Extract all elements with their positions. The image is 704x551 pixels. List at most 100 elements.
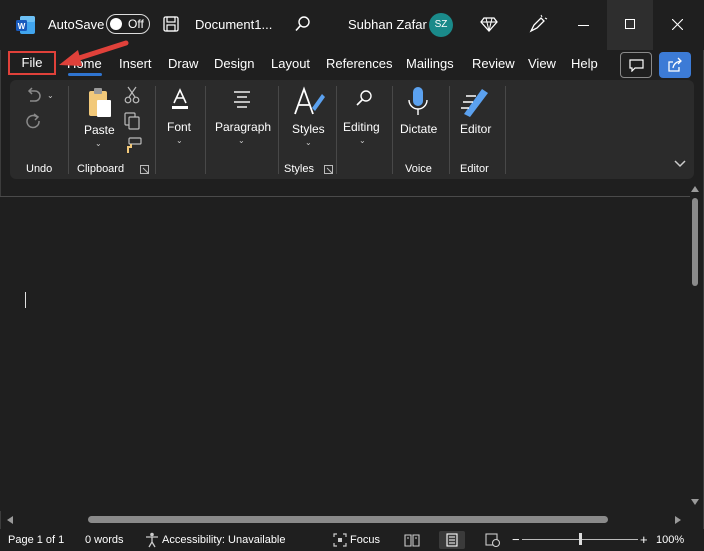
microphone-icon — [408, 87, 428, 115]
editing-label: Editing — [343, 120, 380, 134]
clipboard-icon — [89, 88, 111, 117]
vertical-scrollbar-thumb[interactable] — [692, 198, 698, 286]
zoom-slider-thumb[interactable] — [579, 533, 582, 545]
save-icon[interactable] — [162, 15, 180, 33]
minimize-button[interactable] — [560, 0, 606, 50]
font-label: Font — [167, 120, 192, 134]
tab-references[interactable]: References — [326, 56, 392, 71]
tab-draw[interactable]: Draw — [168, 56, 198, 71]
page-count[interactable]: Page 1 of 1 — [8, 534, 64, 546]
search-icon — [356, 90, 372, 106]
editor-button[interactable]: Editor — [455, 86, 499, 142]
styles-dropdown-icon: ⌄ — [305, 138, 312, 147]
group-label-editor: Editor — [460, 163, 489, 175]
accessibility-status[interactable]: Accessibility: Unavailable — [162, 534, 286, 546]
group-label-undo: Undo — [26, 163, 53, 175]
share-button[interactable] — [659, 52, 691, 78]
tab-view[interactable]: View — [528, 56, 556, 71]
undo-icon[interactable] — [24, 86, 42, 104]
document-title[interactable]: Document1... — [195, 17, 272, 32]
group-label-voice: Voice — [405, 163, 432, 175]
word-count[interactable]: 0 words — [85, 534, 124, 546]
paragraph-button[interactable]: Paragraph ⌄ — [212, 86, 274, 156]
print-layout-icon — [446, 533, 458, 547]
annotation-arrow-icon — [59, 40, 129, 66]
paragraph-icon — [234, 91, 250, 108]
focus-button[interactable]: Focus — [350, 534, 380, 546]
ribbon-divider — [68, 86, 69, 174]
styles-icon — [294, 86, 325, 115]
tab-design[interactable]: Design — [214, 56, 254, 71]
tab-help[interactable]: Help — [571, 56, 598, 71]
ribbon-collapse-icon[interactable] — [674, 159, 686, 169]
paste-dropdown-icon: ⌄ — [95, 139, 102, 148]
pen-icon[interactable] — [528, 14, 548, 34]
tab-mailings[interactable]: Mailings — [406, 56, 454, 71]
dictate-label: Dictate — [400, 122, 438, 136]
copy-icon[interactable] — [124, 112, 140, 130]
word-logo-icon: W — [16, 16, 35, 34]
group-label-styles: Styles — [284, 163, 314, 175]
search-icon[interactable] — [294, 15, 312, 33]
format-painter-icon[interactable] — [124, 137, 142, 155]
scroll-down-icon[interactable] — [690, 498, 700, 506]
redo-icon[interactable] — [24, 111, 42, 129]
ribbon-divider — [278, 86, 279, 174]
avatar[interactable]: SZ — [429, 13, 453, 37]
zoom-in-button[interactable]: + — [640, 532, 648, 547]
ribbon-divider — [449, 86, 450, 174]
editing-button[interactable]: Editing ⌄ — [340, 86, 386, 156]
group-label-clipboard: Clipboard — [77, 163, 125, 175]
web-layout-icon[interactable] — [485, 533, 501, 547]
ribbon-divider — [155, 86, 156, 174]
styles-button[interactable]: Styles ⌄ — [287, 86, 329, 156]
styles-label: Styles — [292, 122, 325, 136]
ribbon-divider — [505, 86, 506, 174]
autosave-state: Off — [128, 17, 144, 31]
paragraph-dropdown-icon: ⌄ — [238, 136, 245, 145]
read-mode-icon[interactable] — [404, 533, 420, 547]
undo-dropdown-icon[interactable]: ⌄ — [47, 91, 54, 100]
autosave-label: AutoSave — [48, 17, 105, 32]
document-canvas[interactable] — [0, 197, 688, 511]
font-button[interactable]: Font ⌄ — [160, 86, 200, 156]
horizontal-scrollbar-thumb[interactable] — [88, 516, 608, 523]
print-layout-button[interactable] — [439, 531, 465, 549]
ribbon-divider — [336, 86, 337, 174]
tab-layout[interactable]: Layout — [271, 56, 310, 71]
diamond-icon[interactable] — [480, 15, 498, 33]
dialog-launcher-icon[interactable] — [140, 165, 149, 174]
maximize-button[interactable] — [607, 0, 653, 50]
tab-file[interactable]: File — [8, 51, 56, 75]
dictate-button[interactable]: Dictate — [396, 86, 442, 142]
share-icon — [668, 57, 682, 72]
text-cursor — [25, 292, 26, 308]
font-dropdown-icon: ⌄ — [176, 136, 183, 145]
comments-button[interactable] — [620, 52, 652, 78]
maximize-icon — [625, 19, 635, 29]
paste-button[interactable]: Paste ⌄ — [80, 86, 120, 158]
zoom-level[interactable]: 100% — [656, 534, 684, 546]
active-tab-indicator — [68, 73, 102, 76]
toggle-knob — [110, 18, 122, 30]
svg-text:W: W — [18, 22, 26, 31]
zoom-out-button[interactable]: − — [512, 532, 520, 547]
paste-label: Paste — [84, 123, 115, 137]
focus-icon — [333, 533, 347, 547]
tab-review[interactable]: Review — [472, 56, 515, 71]
editor-label: Editor — [460, 122, 492, 136]
autosave-toggle[interactable]: Off — [106, 14, 150, 34]
close-icon — [672, 19, 683, 30]
comment-icon — [629, 59, 644, 72]
editing-dropdown-icon: ⌄ — [359, 136, 366, 145]
scroll-right-icon[interactable] — [674, 515, 682, 525]
scroll-up-icon[interactable] — [690, 185, 700, 193]
ribbon-divider — [392, 86, 393, 174]
user-name[interactable]: Subhan Zafar — [348, 17, 427, 32]
close-button[interactable] — [654, 0, 700, 50]
paragraph-label: Paragraph — [215, 120, 272, 134]
dialog-launcher-icon[interactable] — [324, 165, 333, 174]
scroll-left-icon[interactable] — [6, 515, 14, 525]
cut-icon[interactable] — [124, 86, 140, 104]
accessibility-icon — [146, 532, 158, 548]
